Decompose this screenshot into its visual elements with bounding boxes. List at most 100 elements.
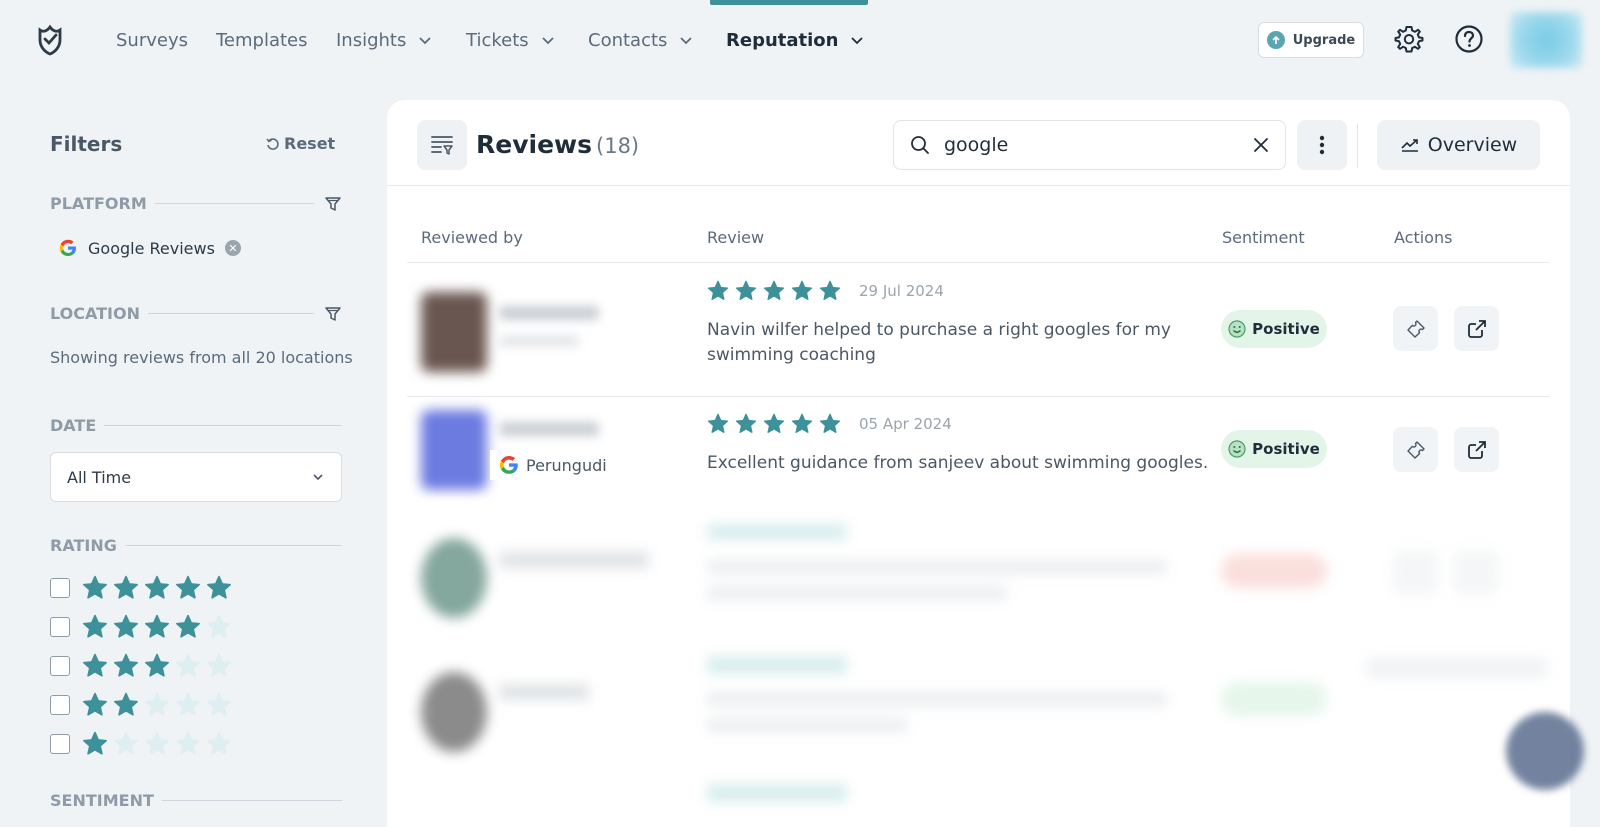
open-external-button[interactable] — [1454, 427, 1499, 472]
rating-checkbox[interactable] — [50, 578, 70, 598]
review-rating-stars — [707, 280, 841, 302]
rating-option-4[interactable] — [50, 614, 232, 640]
review-text: Navin wilfer helped to purchase a right … — [707, 320, 1171, 365]
sentiment-badge: Positive — [1221, 310, 1327, 348]
remove-chip-icon[interactable]: ✕ — [224, 240, 241, 256]
nav-surveys[interactable]: Surveys — [116, 28, 188, 52]
more-options-button[interactable] — [1297, 120, 1347, 170]
nav-contacts-label: Contacts — [588, 29, 668, 51]
search-input[interactable] — [944, 134, 1239, 156]
reviewer-avatar — [421, 292, 487, 372]
star-empty-icon — [207, 653, 231, 677]
divider — [407, 262, 1550, 263]
overview-label: Overview — [1427, 134, 1518, 156]
rating-stars — [82, 692, 232, 718]
search-box[interactable] — [893, 120, 1286, 170]
reset-button[interactable]: Reset — [266, 134, 335, 153]
reviewer-avatar — [421, 410, 487, 490]
star-empty-icon — [207, 692, 231, 716]
ticket-icon — [1406, 319, 1425, 338]
divider — [407, 396, 1550, 397]
column-header-sentiment[interactable]: Sentiment — [1222, 228, 1305, 247]
open-external-button[interactable] — [1454, 306, 1499, 351]
date-select[interactable]: All Time — [50, 452, 342, 502]
star-filled-icon — [114, 614, 138, 638]
date-label: DATE — [50, 416, 97, 435]
sentiment-section-label: SENTIMENT — [50, 791, 342, 810]
rating-checkbox[interactable] — [50, 734, 70, 754]
reviews-header: Reviews(18) Overview — [387, 100, 1570, 186]
rating-option-5[interactable] — [50, 575, 232, 601]
date-section-label: DATE — [50, 416, 342, 435]
list-filter-icon — [431, 136, 453, 155]
column-header-review[interactable]: Review — [707, 228, 764, 247]
create-ticket-button[interactable] — [1393, 306, 1438, 351]
location-summary: Showing reviews from all 20 locations — [50, 348, 353, 367]
star-empty-icon — [176, 653, 200, 677]
rating-checkbox[interactable] — [50, 695, 70, 715]
column-header-actions: Actions — [1394, 228, 1453, 247]
divider — [154, 203, 314, 204]
platform-chip[interactable]: Google Reviews ✕ — [58, 238, 241, 258]
review-date: 29 Jul 2024 — [859, 282, 944, 300]
rating-stars — [82, 731, 232, 757]
star-filled-icon — [145, 614, 169, 638]
trend-chart-icon — [1401, 139, 1418, 152]
nav-tickets[interactable]: Tickets — [466, 28, 555, 52]
star-filled-icon — [763, 280, 785, 300]
rating-checkbox[interactable] — [50, 617, 70, 637]
chevron-down-icon — [313, 474, 323, 481]
star-filled-icon — [707, 413, 729, 433]
star-filled-icon — [176, 614, 200, 638]
reset-icon — [266, 137, 279, 150]
help-circle-icon — [1455, 25, 1483, 53]
divider — [161, 800, 342, 801]
clear-search-icon[interactable] — [1253, 137, 1269, 153]
star-filled-icon — [819, 413, 841, 433]
rating-stars — [82, 653, 232, 679]
chevron-down-icon — [542, 37, 554, 45]
search-icon — [911, 136, 929, 154]
reviews-list-button[interactable] — [417, 120, 467, 170]
upgrade-button[interactable]: Upgrade — [1258, 22, 1364, 58]
overview-button[interactable]: Overview — [1377, 120, 1540, 170]
chat-widget-button[interactable] — [1506, 712, 1584, 790]
column-header-reviewed-by[interactable]: Reviewed by — [421, 228, 523, 247]
help-button[interactable] — [1452, 22, 1486, 56]
divider — [147, 313, 314, 314]
divider — [1357, 124, 1358, 168]
star-empty-icon — [176, 731, 200, 755]
create-ticket-button[interactable] — [1393, 427, 1438, 472]
rating-option-2[interactable] — [50, 692, 232, 718]
reviewer-name-blurred — [499, 422, 599, 436]
nav-contacts[interactable]: Contacts — [588, 28, 693, 52]
star-empty-icon — [207, 731, 231, 755]
divider — [104, 425, 342, 426]
user-avatar[interactable] — [1510, 12, 1582, 68]
reviewer-location-blurred — [499, 336, 579, 346]
nav-insights[interactable]: Insights — [336, 28, 432, 52]
rating-option-3[interactable] — [50, 653, 232, 679]
rating-label: RATING — [50, 536, 117, 555]
rating-section-label: RATING — [50, 536, 342, 555]
star-filled-icon — [114, 575, 138, 599]
app-logo-icon[interactable] — [34, 24, 66, 56]
rating-option-1[interactable] — [50, 731, 232, 757]
star-filled-icon — [145, 575, 169, 599]
rating-checkbox[interactable] — [50, 656, 70, 676]
filter-funnel-icon[interactable] — [324, 305, 342, 323]
upgrade-label: Upgrade — [1292, 32, 1356, 48]
star-filled-icon — [791, 280, 813, 300]
rating-stars — [82, 614, 232, 640]
reviewer-location-label: Perungudi — [526, 455, 607, 475]
star-filled-icon — [83, 692, 107, 716]
nav-templates[interactable]: Templates — [216, 28, 308, 52]
star-filled-icon — [83, 653, 107, 677]
nav-reputation[interactable]: Reputation — [726, 28, 864, 52]
settings-button[interactable] — [1392, 22, 1426, 56]
review-text: Excellent guidance from sanjeev about sw… — [707, 453, 1209, 473]
filter-funnel-icon[interactable] — [324, 195, 342, 213]
reviewer-name-blurred — [499, 306, 599, 320]
star-filled-icon — [735, 413, 757, 433]
platform-section-label: PLATFORM — [50, 194, 342, 213]
